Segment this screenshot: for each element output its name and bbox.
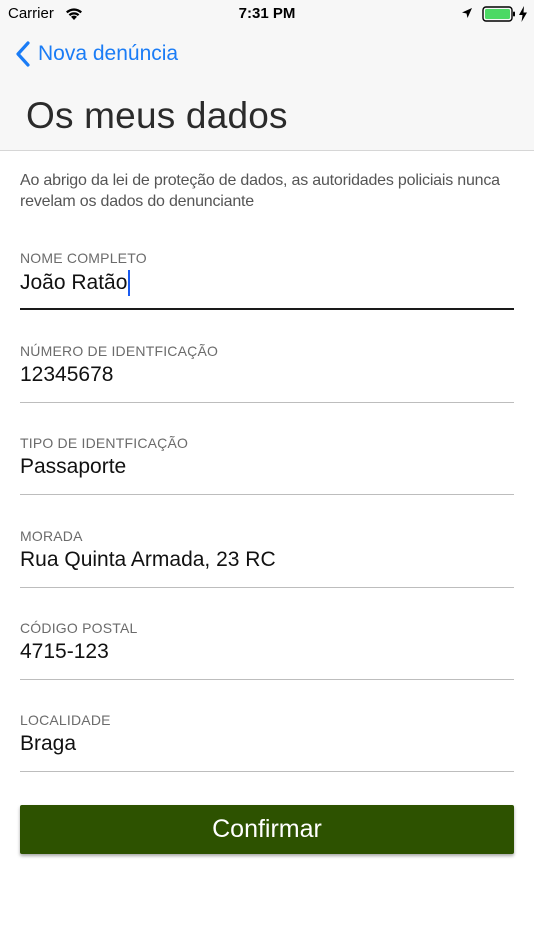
- battery-icon: [482, 6, 515, 22]
- status-time: 7:31 PM: [238, 5, 296, 22]
- id-type-field[interactable]: TIPO DE IDENTFICAÇÃO Passaporte: [20, 435, 514, 495]
- location-icon: [462, 8, 472, 18]
- confirm-button[interactable]: Confirmar: [20, 805, 514, 854]
- page-title: Os meus dados: [26, 95, 288, 136]
- charge-icon: [519, 6, 527, 22]
- full-name-label: NOME COMPLETO: [20, 250, 147, 266]
- postal-code-value: 4715-123: [20, 640, 109, 663]
- id-number-label: NÚMERO DE IDENTFICAÇÃO: [20, 343, 219, 359]
- address-field[interactable]: MORADA Rua Quinta Armada, 23 RC: [20, 528, 514, 588]
- locality-label: LOCALIDADE: [20, 712, 111, 728]
- address-label: MORADA: [20, 528, 83, 544]
- id-number-field[interactable]: NÚMERO DE IDENTFICAÇÃO 12345678: [20, 343, 514, 403]
- id-type-value: Passaporte: [20, 455, 127, 478]
- postal-code-field[interactable]: CÓDIGO POSTAL 4715-123: [20, 620, 514, 680]
- full-name-value: João Ratão: [20, 271, 128, 294]
- privacy-notice: Ao abrigo da lei de proteção de dados, a…: [20, 172, 500, 210]
- status-bar: Carrier 7:31 PM: [0, 0, 534, 28]
- locality-field[interactable]: LOCALIDADE Braga: [20, 712, 514, 772]
- back-chevron-icon: [16, 41, 30, 67]
- locality-value: Braga: [20, 732, 77, 755]
- text-cursor: [128, 270, 131, 296]
- full-name-value-wrap: João Ratão: [20, 270, 131, 296]
- back-button[interactable]: Nova denúncia: [14, 39, 178, 69]
- back-label: Nova denúncia: [38, 42, 179, 65]
- id-number-value: 12345678: [20, 363, 114, 386]
- address-value: Rua Quinta Armada, 23 RC: [20, 548, 276, 571]
- id-type-label: TIPO DE IDENTFICAÇÃO: [20, 435, 189, 451]
- navigation-bar: Nova denúncia Os meus dados: [0, 28, 534, 151]
- full-name-field[interactable]: NOME COMPLETO João Ratão: [20, 250, 514, 310]
- postal-code-label: CÓDIGO POSTAL: [20, 620, 138, 636]
